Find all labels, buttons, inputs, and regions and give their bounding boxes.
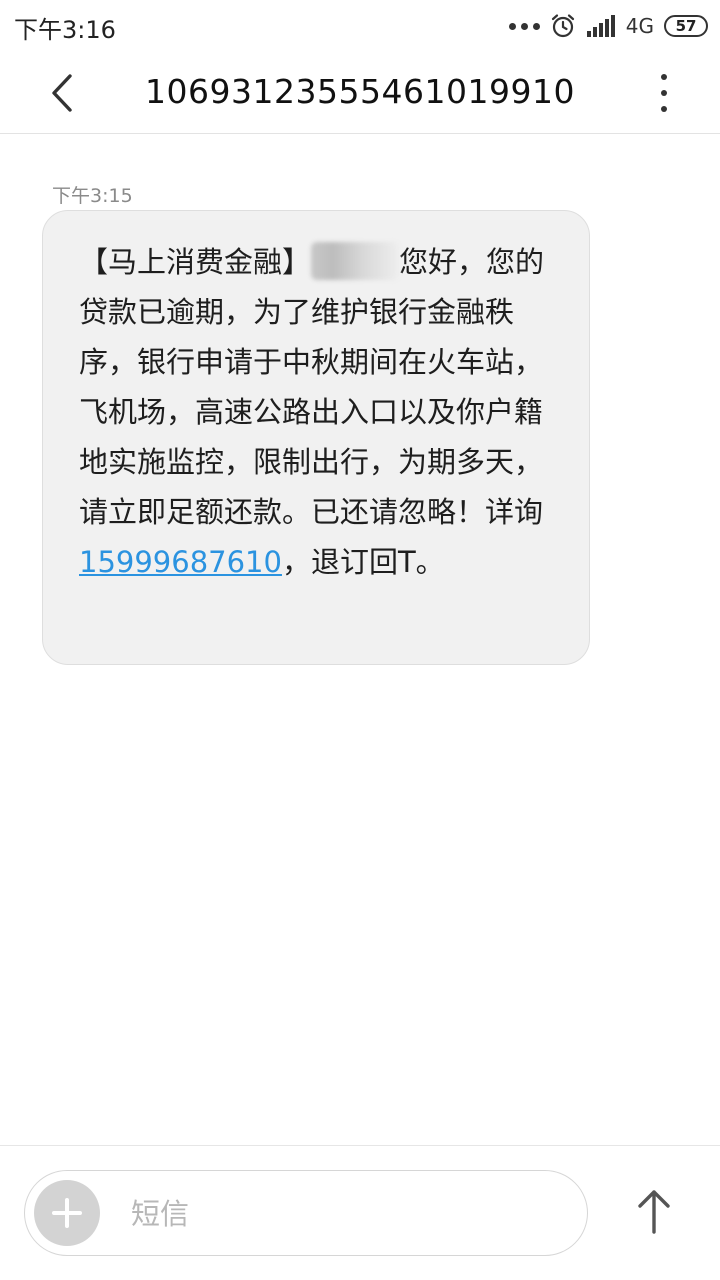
composer-bar [0, 1145, 720, 1280]
redacted-name [311, 242, 400, 280]
battery-icon: 57 [664, 15, 708, 37]
status-icons: 4G 57 [508, 9, 708, 43]
message-sender-tag: 【马上消费金融】 [79, 245, 312, 279]
arrow-up-icon [638, 1190, 670, 1234]
battery-level: 57 [675, 17, 697, 35]
signal-icon [586, 15, 615, 37]
send-button[interactable] [632, 1186, 676, 1236]
message-tail: ，退订回T。 [281, 545, 445, 579]
sms-input[interactable] [129, 1189, 563, 1239]
more-options-button[interactable] [652, 74, 676, 112]
more-notifications-icon [508, 22, 540, 30]
message-bubble[interactable]: 【马上消费金融】 您好，您的贷款已逾期，为了维护银行金融秩序，银行申请于中秋期间在… [42, 210, 590, 665]
message-timestamp: 下午3:15 [52, 185, 133, 207]
conversation-header: 10693123555461019910 [0, 52, 720, 134]
status-bar: 下午3:16 4G 57 [0, 0, 720, 52]
plus-icon [52, 1198, 82, 1228]
message-greeting: 您好，您 [399, 245, 516, 279]
contact-number-title: 10693123555461019910 [145, 72, 575, 111]
add-attachment-button[interactable] [34, 1180, 100, 1246]
phone-number-link[interactable]: 15999687610 [79, 545, 282, 579]
status-time: 下午3:16 [14, 16, 116, 44]
composer-field [24, 1170, 588, 1256]
network-type: 4G [625, 14, 654, 38]
alarm-icon [551, 14, 574, 38]
message-body: 的贷款已逾期，为了维护银行金融秩序，银行申请于中秋期间在火车站，飞机场，高速公路… [79, 245, 545, 529]
